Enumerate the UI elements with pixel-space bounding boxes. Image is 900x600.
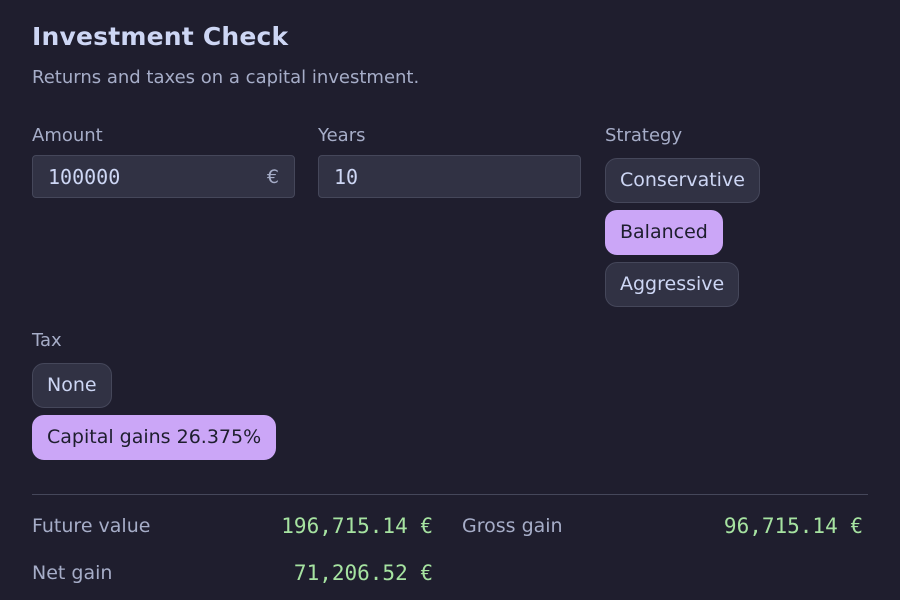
tax-option-capital-gains[interactable]: Capital gains 26.375% [32, 415, 277, 460]
gross-gain-amount: 96,715.14 € [723, 514, 863, 538]
page-title: Investment Check [32, 22, 289, 51]
gross-gain-label: Gross gain [462, 515, 563, 537]
amount-value: 100000 [48, 165, 121, 189]
net-gain-label: Net gain [32, 562, 113, 584]
investment-check-app: Investment Check Returns and taxes on a … [0, 0, 900, 600]
future-value-amount: 196,715.14 € [281, 514, 433, 538]
results-divider [32, 494, 868, 495]
tax-label: Tax [32, 330, 62, 351]
strategy-label: Strategy [605, 125, 683, 146]
years-value: 10 [334, 165, 359, 189]
years-input[interactable]: 10 [318, 155, 581, 198]
strategy-option-conservative[interactable]: Conservative [605, 158, 760, 203]
page-subtitle: Returns and taxes on a capital investmen… [32, 67, 420, 88]
strategy-option-balanced[interactable]: Balanced [605, 210, 723, 255]
future-value-label: Future value [32, 515, 151, 537]
amount-label: Amount [32, 125, 103, 146]
amount-input[interactable]: 100000 € [32, 155, 295, 198]
tax-option-none[interactable]: None [32, 363, 112, 408]
strategy-option-aggressive[interactable]: Aggressive [605, 262, 740, 307]
net-gain-amount: 71,206.52 € [293, 561, 433, 585]
years-label: Years [318, 125, 366, 146]
euro-suffix: € [266, 166, 279, 188]
